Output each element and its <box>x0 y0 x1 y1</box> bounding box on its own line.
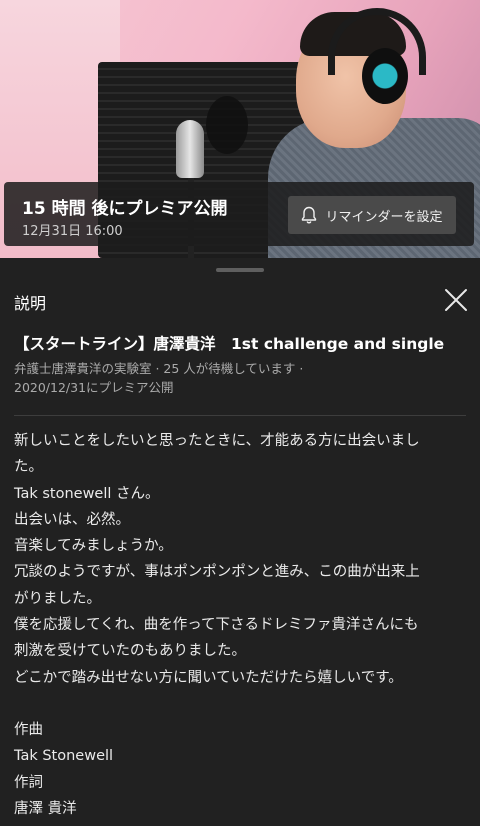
description-line: 音楽してみましょうか。 <box>14 538 173 555</box>
premiere-banner: 15 時間 後にプレミア公開 12月31日 16:00 リマインダーを設定 <box>4 182 474 246</box>
sheet-header: 説明 <box>0 276 480 326</box>
drag-handle[interactable] <box>216 268 264 272</box>
divider <box>14 415 466 416</box>
description-line: Tak stonewell さん。 <box>14 485 160 502</box>
description-line: 僕を応援してくれ、曲を作って下さるドレミファ貴洋さんにも <box>14 617 419 634</box>
channel-viewers-line: 弁護士唐澤貴洋の実験室 · 25 人が待機しています · <box>14 361 304 376</box>
sheet-title: 説明 <box>14 294 47 313</box>
microphone <box>176 120 204 178</box>
premiere-date-line: 2020/12/31にプレミア公開 <box>14 380 174 395</box>
description-sheet: 説明 【スタートライン】唐澤貴洋 1st challenge and singl… <box>0 258 480 826</box>
headphone-earcup <box>362 48 408 104</box>
description-body: 新しいことをしたいと思ったときに、才能ある方に出会いまし た。 Tak ston… <box>14 428 470 822</box>
pop-filter <box>206 96 248 154</box>
description-line: 刺激を受けていたのもありました。 <box>14 643 246 660</box>
description-line: 作曲 <box>14 721 43 738</box>
description-blank-line <box>14 691 470 717</box>
bell-icon <box>301 206 317 224</box>
description-line: 出会いは、必然。 <box>14 511 130 528</box>
set-reminder-label: リマインダーを設定 <box>325 209 443 225</box>
description-line: た。 <box>14 459 43 476</box>
premiere-countdown: 15 時間 後にプレミア公開 <box>22 199 228 219</box>
video-title: 【スタートライン】唐澤貴洋 1st challenge and single <box>14 335 445 353</box>
description-line: どこかで踏み出せない方に聞いていただけたら嬉しいです。 <box>14 669 403 686</box>
close-button[interactable] <box>440 284 472 316</box>
video-metadata: 弁護士唐澤貴洋の実験室 · 25 人が待機しています · 2020/12/31に… <box>14 359 474 397</box>
video-player[interactable]: 15 時間 後にプレミア公開 12月31日 16:00 リマインダーを設定 <box>0 0 480 258</box>
close-icon <box>440 289 472 320</box>
description-line: Tak Stonewell <box>14 748 114 765</box>
description-line: 唐澤 貴洋 <box>14 800 77 817</box>
description-line: がりました。 <box>14 590 101 607</box>
description-line: 冗談のようですが、事はポンポンポンと進み、この曲が出来上 <box>14 564 420 581</box>
premiere-date: 12月31日 16:00 <box>22 224 123 239</box>
description-line: 作詞 <box>14 774 43 791</box>
set-reminder-button[interactable]: リマインダーを設定 <box>288 196 456 234</box>
description-line: 新しいことをしたいと思ったときに、才能ある方に出会いまし <box>14 433 420 449</box>
